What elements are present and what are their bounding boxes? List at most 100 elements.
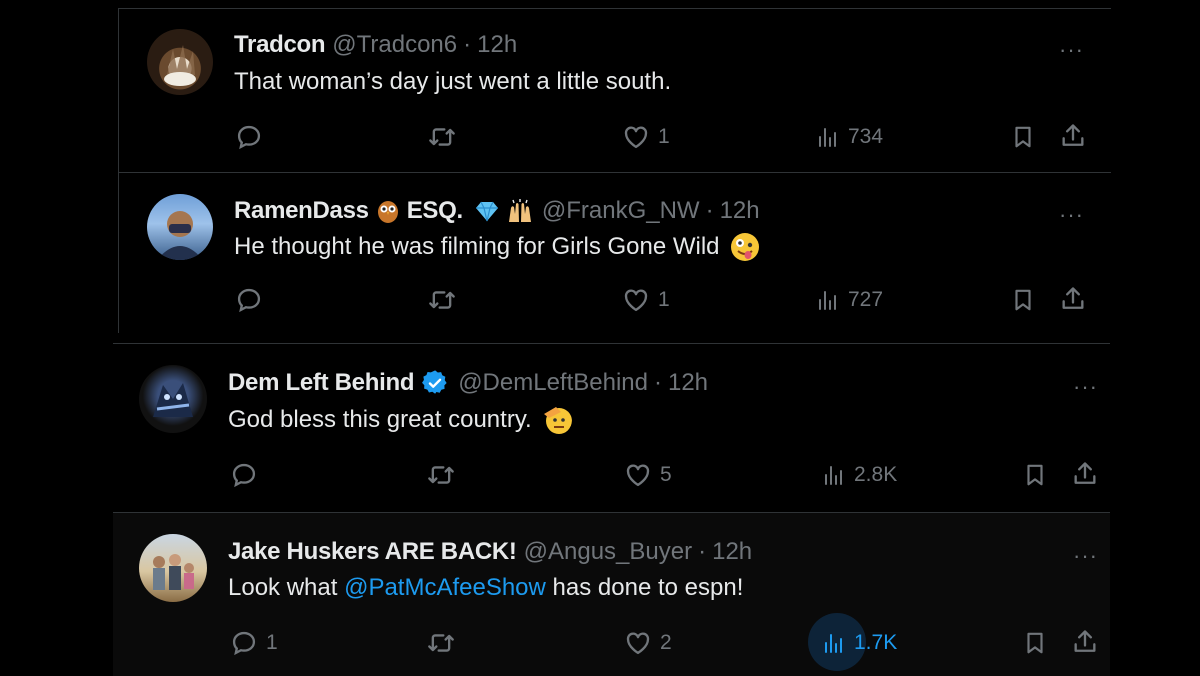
retweet-button[interactable]: [427, 123, 457, 151]
views-count: 1.7K: [854, 631, 898, 654]
retweet-icon: [427, 123, 457, 151]
retweet-button[interactable]: [426, 629, 456, 657]
separator: ·: [698, 538, 707, 565]
bookmark-icon: [1010, 286, 1036, 314]
share-button[interactable]: [1059, 122, 1087, 150]
reply-icon: [230, 629, 258, 657]
tweet-text: He thought he was filming for Girls Gone…: [234, 233, 720, 260]
like-count: 1: [658, 288, 670, 311]
share-icon: [1059, 285, 1087, 313]
views-button[interactable]: 727: [816, 286, 883, 314]
share-icon: [1059, 122, 1087, 150]
verified-badge-icon: [422, 370, 447, 394]
author-handle[interactable]: @DemLeftBehind: [458, 369, 648, 397]
retweet-icon: [426, 461, 456, 489]
avatar-image: [164, 45, 196, 86]
tweet-text: Look what: [228, 574, 345, 601]
reply-button[interactable]: [235, 286, 271, 314]
views-count: 2.8K: [854, 463, 898, 486]
author-name-suffix[interactable]: ESQ.: [407, 197, 463, 225]
share-button[interactable]: [1071, 628, 1099, 656]
reply-icon: [235, 123, 263, 151]
avatar-image: [153, 554, 194, 590]
saluting-face-emoji-icon: [543, 407, 572, 434]
bookmark-button[interactable]: [1022, 461, 1048, 489]
bookmark-button[interactable]: [1010, 123, 1036, 151]
retweet-icon: [426, 629, 456, 657]
author-name[interactable]: RamenDass: [234, 197, 369, 225]
share-button[interactable]: [1059, 285, 1087, 313]
avatar-image: [153, 383, 193, 417]
reply-icon: [230, 461, 258, 489]
bookmark-icon: [1010, 123, 1036, 151]
gem-emoji-icon: [475, 201, 498, 222]
views-button[interactable]: 1.7K: [808, 613, 898, 671]
timestamp[interactable]: 12h: [712, 538, 752, 566]
author-handle[interactable]: @FrankG_NW: [542, 197, 700, 225]
author-handle[interactable]: @Tradcon6: [332, 31, 457, 59]
mention-link[interactable]: @PatMcAfeeShow: [344, 573, 546, 603]
separator: ·: [653, 369, 662, 396]
views-icon: [822, 461, 846, 489]
timestamp[interactable]: 12h: [477, 31, 517, 59]
avatar[interactable]: [139, 534, 207, 602]
bookmark-icon: [1022, 461, 1048, 489]
zany-face-emoji-icon: [730, 233, 759, 261]
reply-button[interactable]: 1: [230, 629, 278, 657]
share-icon: [1071, 628, 1099, 656]
owl-emoji-icon: [377, 201, 398, 223]
views-button[interactable]: 2.8K: [822, 461, 897, 489]
views-count: 734: [848, 125, 884, 148]
like-icon: [622, 123, 650, 151]
author-name[interactable]: Jake Huskers ARE BACK!: [228, 538, 517, 566]
retweet-icon: [427, 286, 457, 314]
reply-button[interactable]: [235, 123, 271, 151]
raised-hands-emoji-icon: [508, 199, 531, 222]
like-icon: [624, 629, 652, 657]
like-count: 2: [660, 631, 672, 654]
more-icon[interactable]: ···: [1059, 204, 1084, 226]
avatar[interactable]: [139, 365, 207, 433]
tweet-text-end: has done to espn!: [545, 574, 744, 601]
author-name[interactable]: Tradcon: [234, 31, 326, 59]
separator: ·: [463, 31, 472, 58]
tweet-card[interactable]: Dem Left Behind @DemLeftBehind · 12h God…: [113, 343, 1110, 512]
retweet-button[interactable]: [426, 461, 456, 489]
retweet-button[interactable]: [427, 286, 457, 314]
separator: ·: [705, 197, 714, 224]
reply-button[interactable]: [230, 461, 266, 489]
timestamp[interactable]: 12h: [720, 197, 760, 225]
like-count: 5: [660, 463, 672, 486]
avatar-image: [157, 211, 203, 260]
like-button[interactable]: 1: [622, 286, 670, 314]
like-button[interactable]: 5: [624, 461, 672, 489]
views-button[interactable]: 734: [816, 123, 883, 151]
more-icon[interactable]: ···: [1059, 39, 1084, 61]
share-icon: [1071, 460, 1099, 488]
views-count: 727: [848, 288, 884, 311]
bookmark-icon: [1022, 629, 1048, 657]
timestamp[interactable]: 12h: [668, 369, 708, 397]
tweet-text: That woman’s day just went a little sout…: [234, 68, 672, 95]
views-icon: [816, 286, 840, 314]
avatar[interactable]: [147, 29, 213, 95]
author-name[interactable]: Dem Left Behind: [228, 369, 414, 397]
views-icon: [822, 629, 846, 657]
avatar[interactable]: [147, 194, 213, 260]
like-button[interactable]: 1: [622, 123, 670, 151]
more-icon[interactable]: ···: [1073, 376, 1098, 398]
like-icon: [624, 461, 652, 489]
reply-icon: [235, 286, 263, 314]
like-button[interactable]: 2: [624, 629, 672, 657]
tweet-card[interactable]: Jake Huskers ARE BACK! @Angus_Buyer · 12…: [113, 512, 1110, 676]
more-icon[interactable]: ···: [1073, 545, 1098, 567]
like-icon: [622, 286, 650, 314]
bookmark-button[interactable]: [1022, 629, 1048, 657]
tweet-card[interactable]: Tradcon @Tradcon6 · 12h That woman’s day…: [118, 8, 1111, 172]
tweet-card[interactable]: RamenDass ESQ. @FrankG_NW · 12h He thoug…: [118, 172, 1111, 333]
bookmark-button[interactable]: [1010, 286, 1036, 314]
share-button[interactable]: [1071, 460, 1099, 488]
author-handle[interactable]: @Angus_Buyer: [524, 538, 692, 566]
reply-count: 1: [266, 631, 278, 654]
views-icon: [816, 123, 840, 151]
